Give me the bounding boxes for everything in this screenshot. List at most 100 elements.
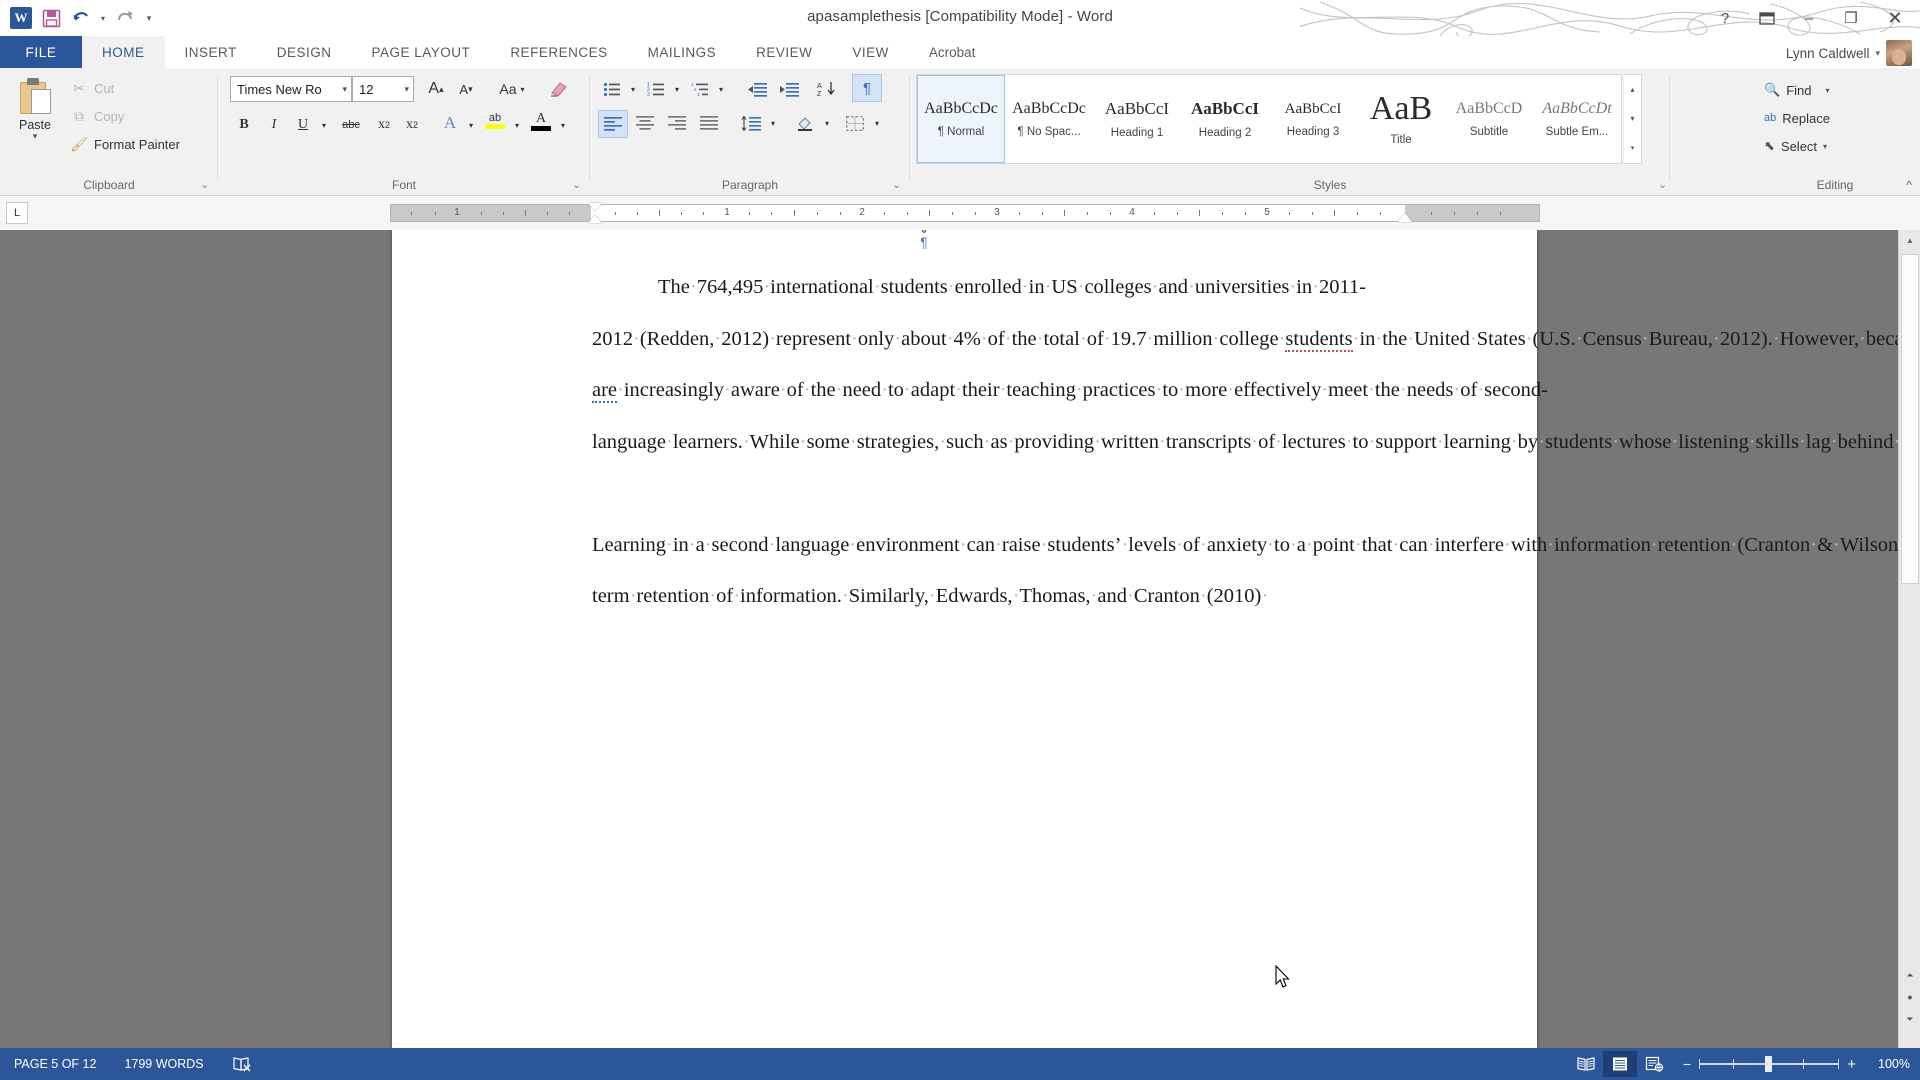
superscript-button[interactable]: x2 (398, 112, 426, 138)
collapse-ribbon-button[interactable]: ^ (1906, 178, 1912, 192)
find-caret[interactable]: ▾ (1825, 86, 1829, 95)
change-case-button[interactable]: Aa ▾ (490, 76, 534, 102)
vertical-scrollbar[interactable]: ▲ ⏶ ● ⏷ (1898, 230, 1920, 1048)
read-mode-button[interactable] (1569, 1051, 1603, 1077)
numbering-icon[interactable]: 1 2 3 (642, 76, 670, 102)
scroll-up-arrow[interactable]: ▲ (1899, 230, 1920, 250)
user-dropdown-caret[interactable]: ▾ (1875, 48, 1880, 59)
replace-button[interactable]: ab Replace (1764, 106, 1830, 130)
tab-mailings[interactable]: MAILINGS (628, 36, 737, 68)
zoom-thumb[interactable] (1765, 1056, 1773, 1072)
proofing-errors-icon[interactable] (218, 1056, 266, 1072)
styles-scroll-down[interactable]: ▾ (1624, 104, 1641, 133)
previous-page-button[interactable]: ⏶ (1899, 964, 1920, 986)
paste-caret[interactable]: ▾ (33, 131, 38, 142)
tab-file[interactable]: FILE (0, 36, 82, 68)
text-effects-icon[interactable]: A (436, 110, 464, 136)
close-button[interactable]: ✕ (1872, 3, 1918, 33)
clipboard-dialog-launcher[interactable]: ⌄ (200, 179, 212, 191)
tab-insert[interactable]: INSERT (165, 36, 257, 68)
copy-button[interactable]: ⧉ Copy (70, 104, 124, 128)
increase-indent-icon[interactable] (774, 76, 804, 102)
highlight-icon[interactable]: ab (480, 108, 510, 134)
document-paragraph[interactable]: Learning·in·a·second·language·environmen… (592, 468, 1920, 623)
numbering-caret[interactable]: ▾ (670, 76, 684, 102)
right-indent-marker[interactable] (1398, 213, 1412, 222)
document-paragraph[interactable]: The·764,495·international·students·enrol… (592, 262, 1920, 468)
tab-references[interactable]: REFERENCES (490, 36, 627, 68)
multilevel-caret[interactable]: ▾ (714, 76, 728, 102)
format-painter-button[interactable]: 🖌 Format Painter (70, 132, 180, 156)
text-effects-caret[interactable]: ▾ (464, 112, 478, 138)
restore-button[interactable]: ❐ (1830, 3, 1872, 33)
line-spacing-caret[interactable]: ▾ (766, 110, 780, 136)
font-dialog-launcher[interactable]: ⌄ (572, 179, 584, 191)
select-button[interactable]: ⬉ Select ▾ (1764, 134, 1827, 158)
shading-caret[interactable]: ▾ (820, 110, 834, 136)
styles-dialog-launcher[interactable]: ⌄ (1658, 179, 1670, 191)
cut-button[interactable]: ✂ Cut (70, 76, 114, 100)
tab-stop-selector[interactable]: L (6, 202, 28, 224)
paste-button[interactable]: Paste ▾ (8, 74, 62, 160)
select-caret[interactable]: ▾ (1823, 142, 1827, 151)
style-no-spacing[interactable]: AaBbCcDc ¶ No Spac... (1005, 75, 1093, 163)
style-subtle-emphasis[interactable]: AaBbCcDt Subtle Em... (1533, 75, 1621, 163)
page-indicator[interactable]: PAGE 5 OF 12 (0, 1057, 110, 1071)
style-heading-1[interactable]: AaBbCcI Heading 1 (1093, 75, 1181, 163)
strikethrough-button[interactable]: abc (334, 112, 368, 138)
next-page-button[interactable]: ⏷ (1899, 1008, 1920, 1030)
italic-button[interactable]: I (260, 112, 288, 138)
scrollbar-thumb[interactable] (1901, 254, 1919, 584)
align-right-button[interactable] (662, 110, 692, 136)
shrink-font-button[interactable]: A ▾ (452, 76, 480, 102)
font-color-icon[interactable]: A (526, 108, 556, 134)
user-account[interactable]: Lynn Caldwell ▾ (1786, 40, 1912, 66)
zoom-in-button[interactable]: + (1847, 1056, 1856, 1073)
style-subtitle[interactable]: AaBbCcD Subtitle (1445, 75, 1533, 163)
font-color-caret[interactable]: ▾ (556, 112, 570, 138)
bullets-caret[interactable]: ▾ (626, 76, 640, 102)
justify-button[interactable] (694, 110, 724, 136)
tab-review[interactable]: REVIEW (736, 36, 832, 68)
underline-caret[interactable]: ▾ (316, 112, 332, 138)
line-spacing-icon[interactable] (736, 110, 766, 136)
borders-icon[interactable] (840, 110, 870, 136)
subscript-button[interactable]: x2 (370, 112, 398, 138)
document-page[interactable]: ⇕ ¶ The·764,495·international·students·e… (392, 230, 1920, 1048)
align-left-button[interactable] (598, 110, 628, 138)
font-size-caret[interactable]: ▾ (398, 84, 409, 95)
avatar[interactable] (1886, 40, 1912, 66)
show-formatting-marks-button[interactable]: ¶ (852, 74, 882, 102)
bold-button[interactable]: B (230, 112, 258, 138)
styles-scroll-up[interactable]: ▴ (1624, 75, 1641, 104)
select-browse-object-button[interactable]: ● (1899, 986, 1920, 1008)
grow-font-button[interactable]: A ▴ (422, 76, 450, 102)
multilevel-list-icon[interactable]: 1 2 3 (686, 76, 714, 102)
minimize-button[interactable]: – (1788, 3, 1830, 33)
first-line-indent-marker[interactable] (588, 203, 602, 211)
ribbon-display-options-icon[interactable] (1746, 3, 1788, 33)
tab-page-layout[interactable]: PAGE LAYOUT (352, 36, 491, 68)
highlight-caret[interactable]: ▾ (510, 112, 524, 138)
clear-formatting-icon[interactable] (544, 76, 574, 102)
style-heading-3[interactable]: AaBbCcI Heading 3 (1269, 75, 1357, 163)
zoom-track[interactable] (1699, 1056, 1840, 1072)
underline-button[interactable]: U (290, 112, 316, 138)
tab-design[interactable]: DESIGN (257, 36, 352, 68)
font-name-caret[interactable]: ▾ (336, 84, 347, 95)
find-button[interactable]: 🔍 Find ▾ (1764, 78, 1830, 102)
zoom-out-button[interactable]: − (1683, 1056, 1691, 1072)
sort-icon[interactable]: A Z (812, 76, 842, 102)
hanging-indent-marker[interactable] (588, 215, 602, 223)
bullets-icon[interactable] (598, 76, 626, 102)
web-layout-button[interactable] (1637, 1051, 1671, 1077)
horizontal-ruler[interactable]: 1 1 2 3 4 5 (390, 203, 1540, 223)
shading-icon[interactable] (790, 110, 820, 136)
decrease-indent-icon[interactable] (742, 76, 772, 102)
help-icon[interactable]: ? (1704, 3, 1746, 33)
tab-view[interactable]: VIEW (832, 36, 909, 68)
borders-caret[interactable]: ▾ (870, 110, 884, 136)
zoom-level[interactable]: 100% (1868, 1057, 1910, 1071)
print-layout-button[interactable] (1603, 1051, 1638, 1077)
font-name-input[interactable]: Times New Ro ▾ (230, 76, 352, 102)
